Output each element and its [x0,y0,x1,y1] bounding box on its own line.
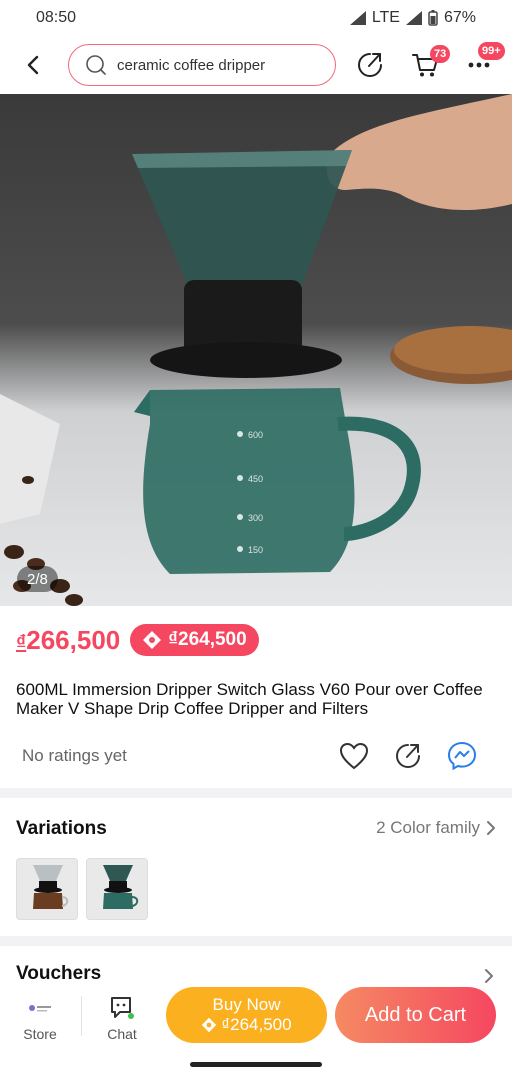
store-logo-icon [29,1005,51,1012]
chevron-left-icon [27,55,39,75]
image-scale-mark: 300 [248,513,263,523]
system-nav-bar [0,1046,512,1080]
voucher-price-badge[interactable]: ₫264,500 [130,624,259,656]
bottom-action-bar: Store Chat Buy Now ₫264,500 Add to Cart [0,984,512,1046]
status-bar: 08:50 LTE 67% [0,0,512,36]
top-bar: ceramic coffee dripper 73 99+ [0,38,512,92]
voucher-icon [143,631,162,649]
search-input[interactable]: ceramic coffee dripper [68,44,336,86]
messenger-icon [447,741,477,771]
share-icon [396,744,420,768]
price-value: 266,500 [26,624,121,655]
wishlist-button[interactable] [336,738,372,774]
voucher-icon [202,1017,217,1033]
image-scale-mark: 450 [248,474,263,484]
share-button[interactable] [353,48,387,82]
product-image[interactable]: 600 450 300 150 [0,94,512,606]
buy-now-label: Buy Now [212,995,281,1014]
search-icon [86,55,106,75]
network-label: LTE [371,9,400,26]
home-gesture-handle[interactable] [190,1062,322,1067]
signal-icon [349,11,366,25]
variation-image [103,865,139,909]
vouchers-title: Vouchers [16,963,102,984]
notification-badge: 99+ [478,42,505,60]
price-row: ₫266,500 ₫264,500 [16,624,259,656]
variation-thumbnail[interactable] [16,858,78,920]
more-button[interactable]: 99+ [462,42,505,82]
currency-symbol: ₫ [16,631,27,654]
messenger-button[interactable] [444,738,480,774]
bottom-divider [81,996,82,1036]
search-query: ceramic coffee dripper [117,56,266,74]
section-divider [0,936,512,946]
product-price: ₫266,500 [16,625,120,656]
add-to-cart-button[interactable]: Add to Cart [335,987,496,1043]
ratings-text: No ratings yet [22,746,127,765]
chat-button[interactable]: Chat [92,994,152,1042]
image-scale-mark: 150 [248,545,263,555]
image-counter: 2/8 [17,566,58,592]
back-button[interactable] [18,51,48,79]
product-actions [336,738,480,774]
status-time: 08:50 [36,9,77,26]
share-icon [358,53,382,77]
variations-link-text: 2 Color family [376,818,480,837]
variations-link[interactable]: 2 Color family [376,818,496,838]
buy-now-button[interactable]: Buy Now ₫264,500 [166,987,327,1043]
buy-now-price: ₫264,500 [221,1015,292,1034]
signal-icon [405,11,422,25]
variation-image [33,865,69,909]
store-label: Store [23,1026,57,1042]
share-product-button[interactable] [390,738,426,774]
chevron-right-icon[interactable] [484,968,494,984]
battery-icon [428,10,438,26]
variations-title: Variations [16,818,107,839]
chevron-right-icon [487,821,495,835]
heart-icon [339,742,369,770]
image-scale-mark: 600 [248,430,263,440]
voucher-price-value: ₫264,500 [168,629,247,650]
buy-now-price-row: ₫264,500 [166,1015,327,1035]
variation-thumbnail[interactable] [86,858,148,920]
cart-button[interactable]: 73 [408,45,451,82]
more-icon [468,62,490,68]
battery-level: 67% [443,9,476,26]
chat-label: Chat [107,1026,137,1042]
rating-row: No ratings yet [22,738,492,774]
status-indicators: LTE 67% [349,9,476,27]
product-photo: 600 450 300 150 [0,94,512,606]
chat-icon [111,997,134,1019]
product-title: 600ML Immersion Dripper Switch Glass V60… [16,680,483,718]
cart-count-badge: 73 [430,45,451,63]
store-button[interactable]: Store [10,994,70,1042]
section-divider [0,788,512,798]
